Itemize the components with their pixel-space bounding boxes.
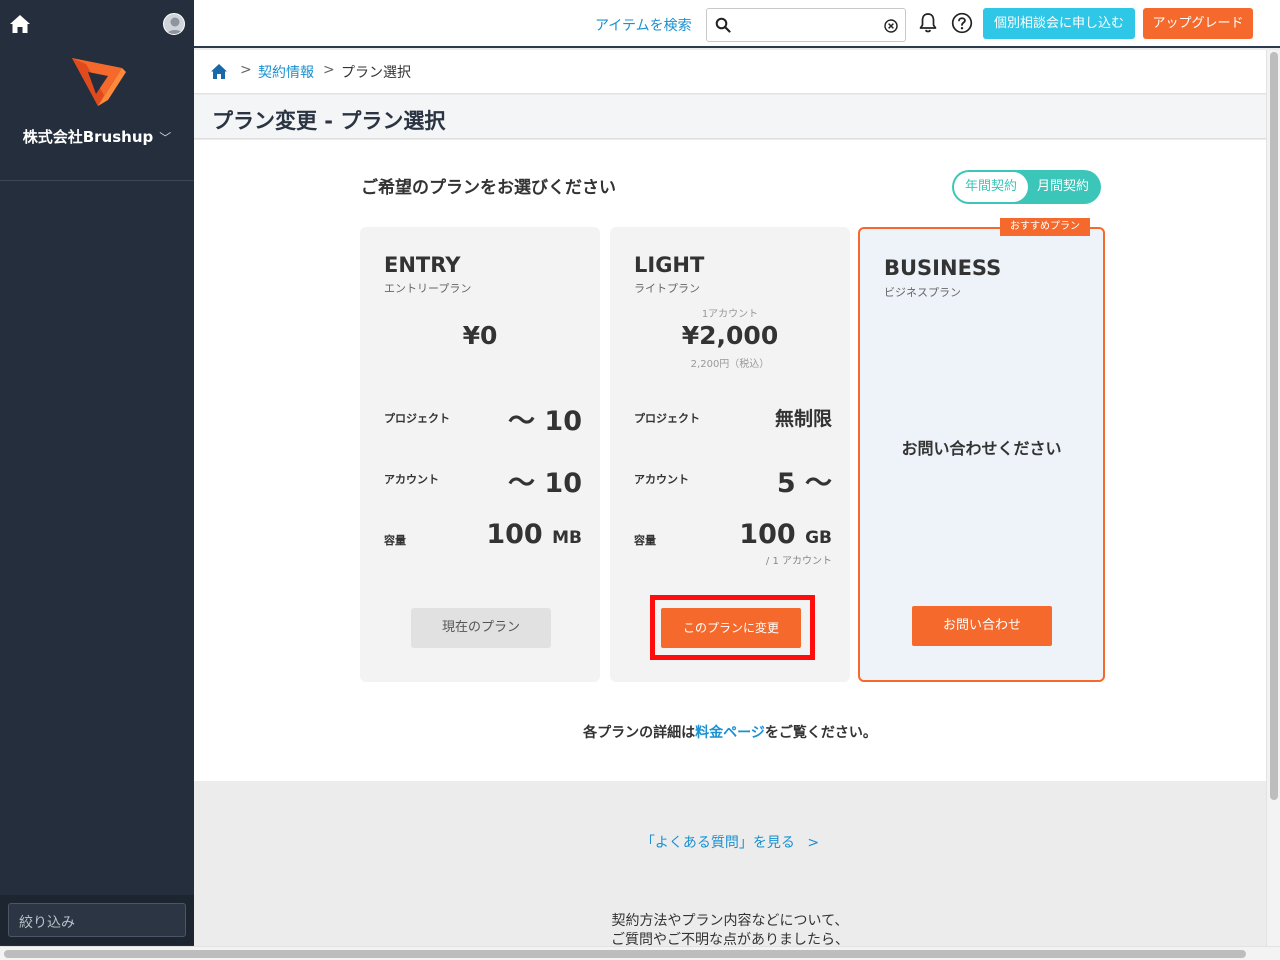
item-search-link[interactable]: アイテムを検索 [595,15,692,35]
plan-name: BUSINESS [884,256,1002,280]
sidebar: 株式会社Brushup ﹀ 絞り込み [0,0,194,960]
account-label: アカウント [384,473,439,486]
plan-subtitle: ビジネスプラン [884,286,961,299]
search-box[interactable] [706,8,906,42]
sidebar-divider [0,180,194,181]
plan-details-note: 各プランの詳細は料金ページをご覧ください。 [583,725,877,741]
help-icon[interactable] [951,12,973,34]
toggle-monthly[interactable]: 月間契約 [1028,172,1098,202]
change-plan-button[interactable]: このプランに変更 [661,608,801,648]
storage-per-account-note: / 1 アカウント [765,556,832,567]
breadcrumb-home-icon[interactable] [210,63,228,80]
storage-value: 100 MB [486,519,582,550]
footer-text: 契約方法やプラン内容などについて、 ご質問やご不明な点がありましたら、 [611,913,849,948]
plan-name: ENTRY [384,253,461,277]
plan-subtitle: ライトプラン [634,282,700,295]
horizontal-scrollbar[interactable] [0,946,1280,960]
lead-text: ご希望のプランをお選びください [361,178,616,198]
price-per-account-note: 1アカウント [701,309,759,320]
consultation-button[interactable]: 個別相談会に申し込む [983,8,1135,39]
home-icon[interactable] [9,13,31,35]
company-name: 株式会社Brushup [22,128,154,146]
account-value: 5 ～ [776,468,832,499]
footer: 「よくある質問」を見る > 契約方法やプラン内容などについて、 ご質問やご不明な… [194,781,1266,948]
scrollbar-thumb[interactable] [4,950,1246,958]
pricing-page-link[interactable]: 料金ページ [695,725,765,741]
breadcrumb-current: プラン選択 [341,65,411,81]
project-label: プロジェクト [634,412,700,425]
contact-button[interactable]: お問い合わせ [912,606,1052,646]
plan-subtitle: エントリープラン [384,282,472,295]
breadcrumb: > 契約情報 > プラン選択 [194,50,1266,94]
billing-period-toggle[interactable]: 年間契約 月間契約 [952,170,1101,204]
brushup-logo [72,58,126,106]
storage-label: 容量 [634,534,656,547]
account-value: ～ 10 [508,468,582,499]
recommended-badge: おすすめプラン [1000,218,1090,236]
sidebar-filter-input[interactable]: 絞り込み [8,903,186,937]
plan-card-entry: ENTRY エントリープラン ¥0 プロジェクト ～ 10 アカウント ～ 10… [360,227,600,682]
toggle-annual[interactable]: 年間契約 [954,172,1028,202]
account-label: アカウント [634,473,689,486]
breadcrumb-separator: > [323,62,335,78]
project-value: 無制限 [774,408,832,430]
clear-icon[interactable] [884,19,898,33]
project-value: ～ 10 [508,406,582,437]
storage-label: 容量 [384,534,406,547]
top-bar: アイテムを検索 個別相談会に申し込む アップグレード [194,0,1280,48]
page-title: プラン変更 - プラン選択 [212,109,446,133]
plan-selection-panel: ご希望のプランをお選びください 年間契約 月間契約 ENTRY エントリープラン… [194,140,1266,781]
project-label: プロジェクト [384,412,450,425]
plan-price: ¥2,000 [681,321,779,350]
contact-prompt: お問い合わせください [901,439,1062,458]
chevron-right-icon: > [807,835,820,851]
upgrade-button[interactable]: アップグレード [1143,8,1253,39]
plan-name: LIGHT [634,253,705,277]
chevron-down-icon: ﹀ [159,131,172,145]
search-icon [715,17,731,33]
faq-link[interactable]: 「よくある質問」を見る > [194,832,1266,852]
company-switcher[interactable]: 株式会社Brushup ﹀ [0,126,194,147]
scrollbar-thumb[interactable] [1270,52,1278,800]
search-input[interactable] [737,15,877,37]
storage-value: 100 GB [739,519,832,550]
plan-card-business: BUSINESS ビジネスプラン お問い合わせください お問い合わせ [858,227,1105,682]
plan-card-light: LIGHT ライトプラン 1アカウント ¥2,000 2,200円（税込） プロ… [610,227,850,682]
title-bar: プラン変更 - プラン選択 [194,95,1266,139]
price-tax-note: 2,200円（税込） [690,359,770,370]
breadcrumb-separator: > [240,62,252,78]
breadcrumb-contract-info[interactable]: 契約情報 [258,62,314,82]
user-avatar-icon[interactable] [163,13,185,35]
vertical-scrollbar[interactable] [1266,50,1280,946]
bell-icon[interactable] [918,12,938,34]
current-plan-button[interactable]: 現在のプラン [411,608,551,648]
plan-price: ¥0 [462,321,498,350]
